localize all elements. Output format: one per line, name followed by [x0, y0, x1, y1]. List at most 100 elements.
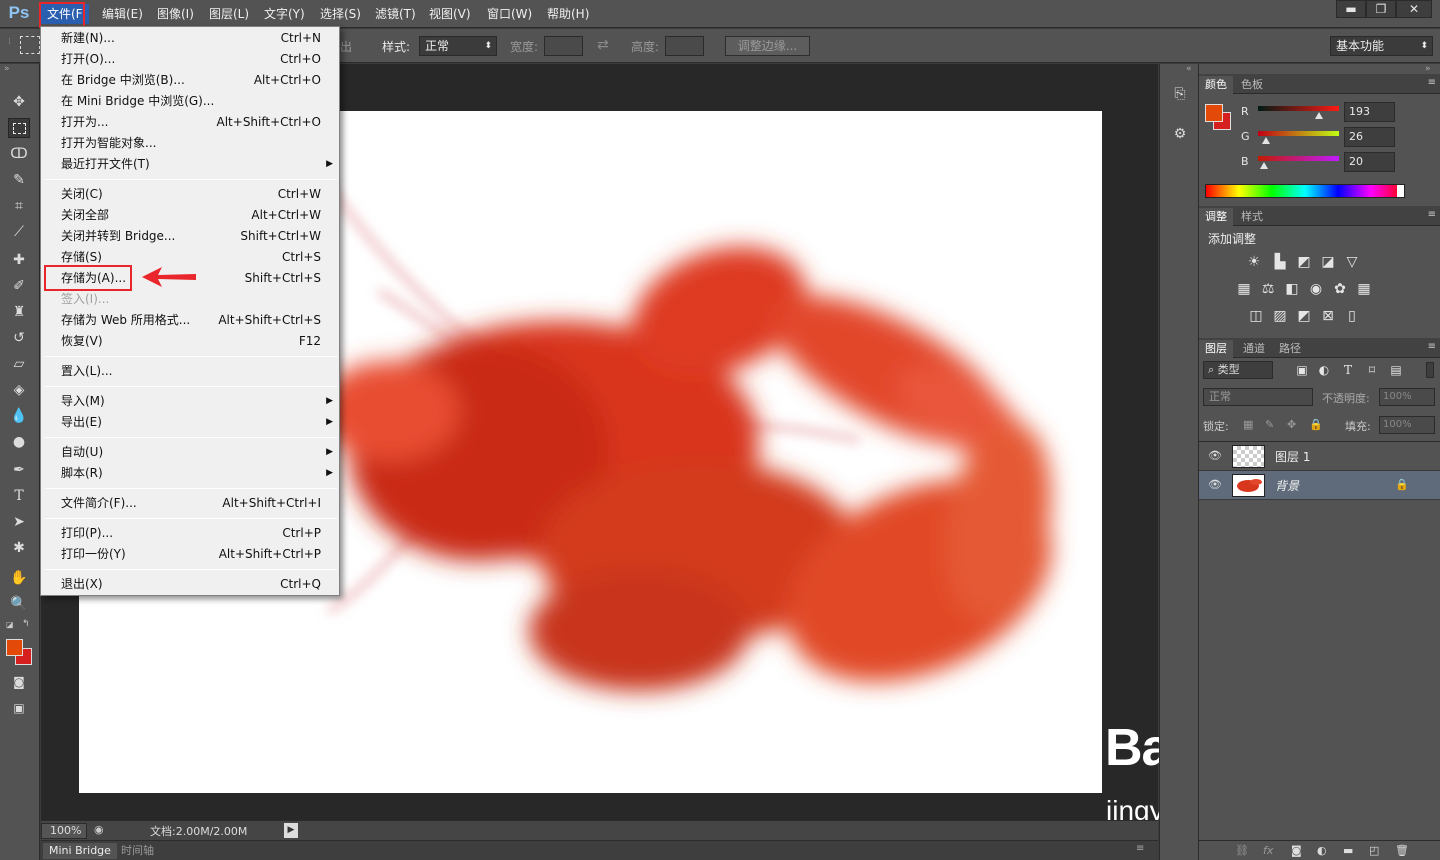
screen-mode-icon[interactable]: ▣ [8, 698, 30, 718]
tab-paths[interactable]: 路径 [1273, 340, 1307, 358]
new-group-icon[interactable]: ▬ [1343, 844, 1353, 857]
tab-swatches[interactable]: 色板 [1235, 76, 1269, 94]
healing-brush-tool-icon[interactable]: ✚ [8, 250, 30, 270]
layer-row[interactable]: 👁 图层 1 [1199, 442, 1440, 471]
menu-item[interactable]: 最近打开文件(T) ▶ [43, 154, 337, 175]
menu-item[interactable]: 关闭(C) Ctrl+W [43, 184, 337, 205]
lock-position-icon[interactable]: ✥ [1287, 418, 1296, 431]
channel-b-thumb[interactable] [1260, 162, 1269, 169]
menu-window[interactable]: 窗口(W) [481, 4, 538, 24]
exposure-icon[interactable]: ◪ [1319, 254, 1337, 270]
menu-item[interactable]: 打印(P)... Ctrl+P [43, 523, 337, 544]
opacity-input[interactable]: 100% [1379, 388, 1435, 406]
menu-item[interactable]: 打印一份(Y) Alt+Shift+Ctrl+P [43, 544, 337, 565]
rectangular-marquee-tool-icon[interactable] [8, 118, 30, 138]
lock-brush-icon[interactable]: ✎ [1265, 418, 1274, 431]
tab-channels[interactable]: 通道 [1237, 340, 1271, 358]
menu-item[interactable]: 文件简介(F)... Alt+Shift+Ctrl+I [43, 493, 337, 514]
menu-help[interactable]: 帮助(H) [541, 4, 595, 24]
channel-g-input[interactable]: 26 [1344, 127, 1395, 147]
minimize-button[interactable]: ▬ [1336, 0, 1366, 18]
height-input[interactable] [665, 36, 704, 56]
swap-icon[interactable]: ⇄ [597, 37, 609, 53]
filter-adjustment-icon[interactable]: ◐ [1315, 362, 1333, 378]
menu-item[interactable]: 关闭全部 Alt+Ctrl+W [43, 205, 337, 226]
menu-item[interactable]: 打开(O)... Ctrl+O [43, 49, 337, 70]
visibility-eye-icon[interactable]: 👁 [1208, 450, 1222, 462]
visibility-eye-icon[interactable]: 👁 [1208, 479, 1222, 491]
history-panel-icon[interactable]: ⎘ [1169, 86, 1191, 108]
swap-colors-icon[interactable]: ↰ [22, 619, 30, 629]
menu-item[interactable]: 自动(U) ▶ [43, 442, 337, 463]
quick-selection-tool-icon[interactable]: ✎ [8, 170, 30, 190]
menu-file[interactable]: 文件(F [41, 4, 89, 24]
restore-button[interactable]: ❐ [1366, 0, 1396, 18]
channel-g-thumb[interactable] [1262, 137, 1271, 144]
new-adjustment-icon[interactable]: ◐ [1317, 844, 1327, 857]
tab-mini-bridge[interactable]: Mini Bridge [43, 843, 117, 859]
marquee-tool-preset-icon[interactable] [20, 36, 40, 54]
lock-all-icon[interactable]: 🔒 [1309, 418, 1323, 431]
blend-mode-select[interactable]: 正常 [1203, 388, 1313, 406]
photo-filter-icon[interactable]: ◉ [1307, 281, 1325, 297]
dodge-tool-icon[interactable]: ● [8, 432, 30, 452]
refine-edge-button[interactable]: 调整边缘... [725, 36, 810, 56]
menu-filter[interactable]: 滤镜(T) [369, 4, 422, 24]
workspace-select[interactable]: 基本功能 ⬍ [1330, 36, 1433, 56]
menu-item[interactable]: 打开为... Alt+Shift+Ctrl+O [43, 112, 337, 133]
menu-edit[interactable]: 编辑(E) [96, 4, 149, 24]
black-white-icon[interactable]: ◧ [1283, 281, 1301, 297]
tab-timeline[interactable]: 时间轴 [115, 843, 160, 859]
menu-item[interactable]: 在 Mini Bridge 中浏览(G)... [43, 91, 337, 112]
eraser-tool-icon[interactable]: ▱ [8, 354, 30, 374]
threshold-icon[interactable]: ◩ [1295, 308, 1313, 324]
menu-type[interactable]: 文字(Y) [258, 4, 311, 24]
vibrance-icon[interactable]: ▽ [1343, 254, 1361, 270]
channel-b-input[interactable]: 20 [1344, 152, 1395, 172]
zoom-tool-icon[interactable]: 🔍 [8, 594, 30, 614]
channel-r-thumb[interactable] [1315, 112, 1324, 119]
lock-pixels-icon[interactable]: ▦ [1243, 418, 1253, 431]
spectrum-white-chip[interactable] [1397, 185, 1404, 197]
menu-select[interactable]: 选择(S) [314, 4, 367, 24]
menu-item[interactable]: 脚本(R) ▶ [43, 463, 337, 484]
clone-stamp-tool-icon[interactable]: ♜ [8, 302, 30, 322]
menu-item[interactable]: 关闭并转到 Bridge... Shift+Ctrl+W [43, 226, 337, 247]
filter-toggle[interactable] [1426, 362, 1434, 378]
add-mask-icon[interactable]: ◙ [1291, 844, 1302, 857]
curves-icon[interactable]: ◩ [1295, 254, 1313, 270]
eyedropper-tool-icon[interactable]: ⟋ [8, 222, 30, 242]
brightness-icon[interactable]: ☀ [1245, 254, 1263, 270]
tab-layers[interactable]: 图层 [1199, 340, 1233, 358]
properties-panel-icon[interactable]: ⚙ [1169, 126, 1191, 148]
lasso-tool-icon[interactable]: ↀ [8, 144, 30, 164]
new-layer-icon[interactable]: ◰ [1369, 844, 1379, 857]
pen-tool-icon[interactable]: ✒ [8, 460, 30, 480]
layer-row-selected[interactable]: 👁 背景 🔒 [1199, 471, 1440, 500]
hue-saturation-icon[interactable]: ▦ [1235, 281, 1253, 297]
selective-color-icon[interactable]: ⊠ [1319, 308, 1337, 324]
channel-b-slider[interactable] [1258, 156, 1339, 161]
crop-tool-icon[interactable]: ⌗ [8, 196, 30, 216]
path-selection-tool-icon[interactable]: ➤ [8, 512, 30, 532]
menu-item[interactable]: 置入(L)... [43, 361, 337, 382]
default-colors-icon[interactable]: ◪ [6, 620, 14, 629]
link-layers-icon[interactable]: ⛓ [1235, 844, 1249, 857]
quick-mask-icon[interactable]: ◙ [8, 672, 30, 692]
menu-item[interactable]: 导出(E) ▶ [43, 412, 337, 433]
status-menu-arrow-icon[interactable]: ▶ [284, 823, 298, 838]
panel-menu-icon[interactable]: ≡ [1136, 843, 1144, 854]
menu-item[interactable]: 新建(N)... Ctrl+N [43, 28, 337, 49]
custom-shape-tool-icon[interactable]: ✱ [8, 538, 30, 558]
blur-tool-icon[interactable]: 💧 [8, 406, 30, 426]
tab-adjustments[interactable]: 调整 [1199, 208, 1233, 226]
panel-menu-icon[interactable]: ≡ [1428, 341, 1436, 352]
color-balance-icon[interactable]: ⚖ [1259, 281, 1277, 297]
gradient-map-icon[interactable]: ▯ [1343, 308, 1361, 324]
menu-item[interactable]: 打开为智能对象... [43, 133, 337, 154]
menu-item[interactable]: 存储为 Web 所用格式... Alt+Shift+Ctrl+S [43, 310, 337, 331]
fill-input[interactable]: 100% [1379, 416, 1435, 434]
width-input[interactable] [544, 36, 583, 56]
channel-g-slider[interactable] [1258, 131, 1339, 136]
foreground-color-chip[interactable] [1205, 104, 1223, 122]
